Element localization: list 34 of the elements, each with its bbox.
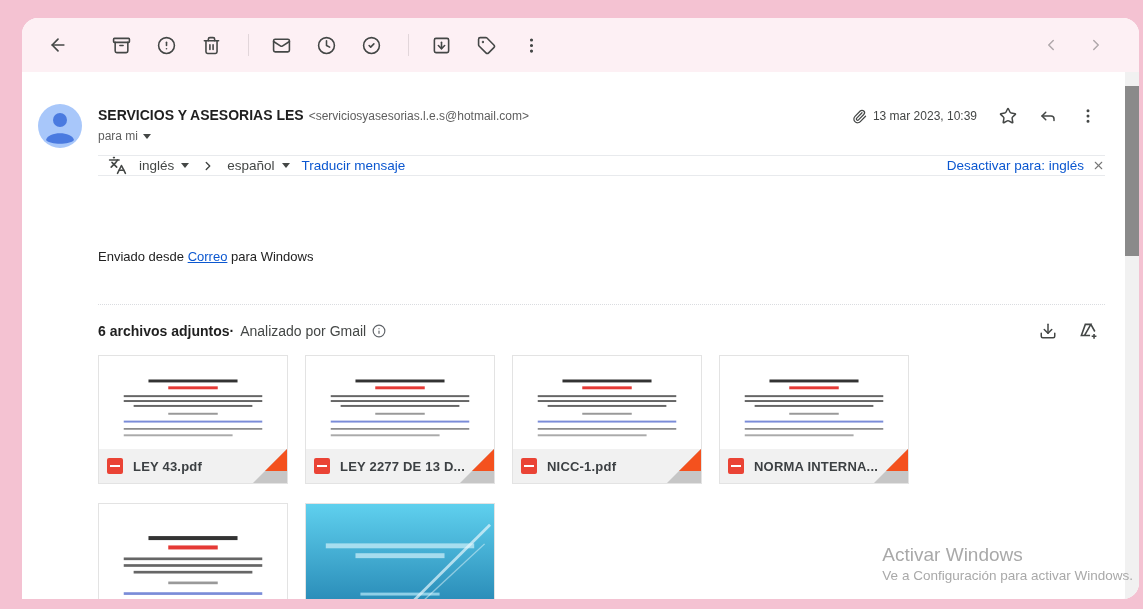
file-name: LEY 43.pdf: [133, 458, 202, 474]
source-language-dropdown[interactable]: inglés: [139, 158, 190, 173]
attachment-card[interactable]: LEY 2277 DE 13 D...: [305, 355, 495, 484]
file-name: NORMA INTERNA...: [754, 458, 879, 474]
translate-link[interactable]: Traducir mensaje: [301, 158, 406, 173]
pdf-icon: [107, 458, 123, 474]
scan-note: Analizado por Gmail: [240, 323, 367, 339]
file-name: LEY 2277 DE 13 D...: [340, 458, 465, 474]
caret-icon: [181, 163, 190, 168]
message-body: Enviado desde Correo para Windows: [98, 248, 315, 266]
pdf-icon: [521, 458, 537, 474]
activation-text: Ve a Configuración para activar Windows.: [882, 568, 1133, 583]
sender-email: <serviciosyasesorias.l.e.s@hotmail.com>: [308, 109, 529, 123]
pdf-icon: [728, 458, 744, 474]
caret-icon: [143, 133, 151, 139]
activation-title: Activar Windows: [882, 544, 1024, 566]
sender-name: SERVICIOS Y ASESORIAS LES: [98, 107, 304, 123]
translate-icon: [108, 156, 127, 175]
recipient-dropdown[interactable]: para mi: [98, 129, 151, 143]
target-language-dropdown[interactable]: español: [227, 158, 290, 173]
attachments-title: 6 archivos adjuntos·: [98, 323, 235, 339]
pdf-icon: [314, 458, 330, 474]
close-icon[interactable]: [1092, 159, 1105, 172]
mail-link[interactable]: Correo: [187, 249, 228, 264]
info-icon[interactable]: [372, 324, 387, 338]
disable-translation-link[interactable]: Desactivar para: inglés: [946, 158, 1084, 173]
attachment-card[interactable]: LEY 43.pdf: [98, 355, 288, 484]
avatar: [38, 104, 82, 148]
attachment-card[interactable]: NORMA INTERNA...: [719, 355, 909, 484]
file-name: NICC-1.pdf: [547, 458, 617, 474]
caret-icon: [281, 163, 290, 168]
paperclip-icon: [851, 108, 867, 124]
message-date: 13 mar 2023, 10:39: [872, 109, 977, 123]
attachment-card[interactable]: NICC-1.pdf: [512, 355, 702, 484]
